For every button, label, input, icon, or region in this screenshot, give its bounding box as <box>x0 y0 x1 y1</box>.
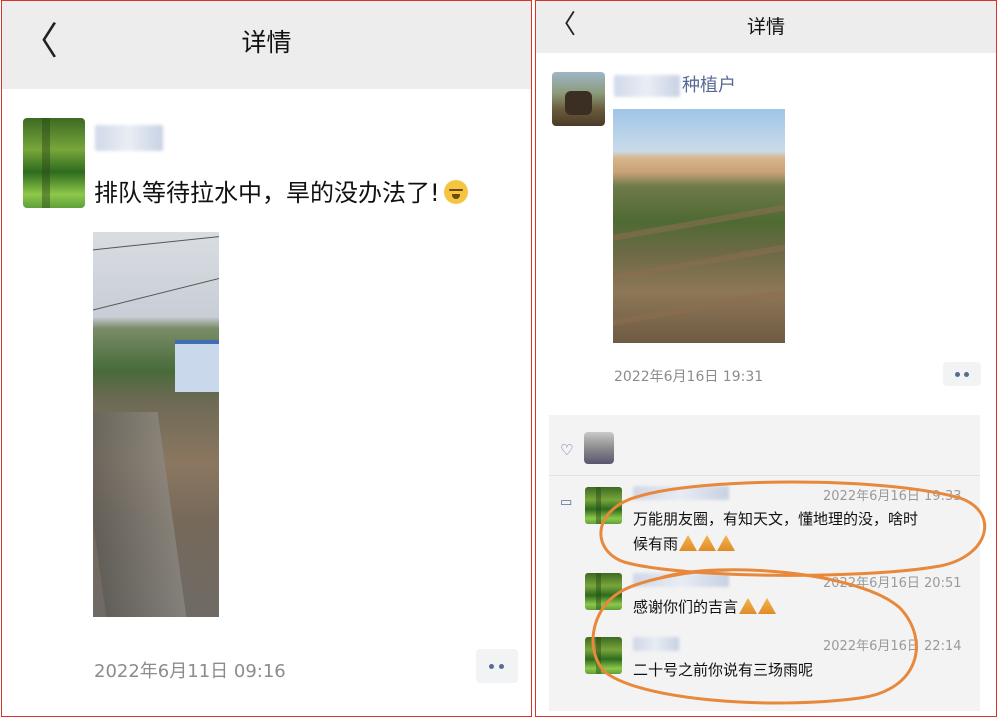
header-bar: 〈 详情 <box>2 1 531 89</box>
author-name-blurred <box>614 75 680 97</box>
comment-author-blurred[interactable] <box>633 573 729 587</box>
post-timestamp: 2022年6月11日 09:16 <box>94 661 286 682</box>
comment-time: 2022年6月16日 19:33 <box>823 489 962 504</box>
comment-text: 万能朋友圈，有知天文，懂地理的没，啥时 候有雨 <box>633 510 919 553</box>
post-photo[interactable] <box>93 232 219 617</box>
author-name-blurred[interactable] <box>95 125 163 151</box>
avatar[interactable] <box>552 72 605 126</box>
comment-time: 2022年6月16日 22:14 <box>823 639 962 654</box>
page-title: 详情 <box>746 16 785 38</box>
comment-avatar[interactable] <box>585 573 622 610</box>
more-button[interactable] <box>943 362 981 386</box>
post-text: 排队等待拉水中，旱的没办法了! <box>94 179 440 207</box>
right-screenshot: 〈 详情 种植户 2022年6月16日 19:31 ♡ ▭ 2022年6月16日… <box>535 0 997 717</box>
comment-area: ♡ ▭ 2022年6月16日 19:33 万能朋友圈，有知天文，懂地理的没，啥时… <box>549 415 980 711</box>
author-name[interactable]: 种植户 <box>682 73 736 99</box>
post-timestamp: 2022年6月16日 19:31 <box>614 369 764 385</box>
comment-avatar[interactable] <box>585 637 622 674</box>
more-dots-icon <box>489 664 494 669</box>
page-title: 详情 <box>241 28 292 57</box>
comment-time: 2022年6月16日 20:51 <box>823 576 962 591</box>
comment-author-blurred[interactable] <box>633 486 729 500</box>
comment-avatar[interactable] <box>585 487 622 524</box>
face-emoji-icon <box>443 180 468 204</box>
divider <box>549 475 980 476</box>
liker-avatar[interactable] <box>584 432 614 464</box>
header-bar: 〈 详情 <box>536 1 996 53</box>
comment-icon: ▭ <box>560 495 573 510</box>
pray-hands-icon <box>679 535 698 551</box>
pray-hands-icon <box>739 598 758 614</box>
comment-text: 二十号之前你说有三场雨呢 <box>633 661 814 679</box>
more-button[interactable] <box>476 649 518 683</box>
pray-hands-icon <box>717 535 736 551</box>
left-screenshot: 〈 详情 排队等待拉水中，旱的没办法了! 2022年6月11日 09:16 <box>1 0 532 717</box>
heart-icon: ♡ <box>560 441 574 459</box>
pray-hands-icon <box>698 535 717 551</box>
comment-text: 感谢你们的吉言 <box>633 595 777 620</box>
more-dots-icon <box>955 372 960 377</box>
post-text-block: 排队等待拉水中，旱的没办法了! <box>94 173 468 213</box>
avatar[interactable] <box>23 118 85 208</box>
post-photo[interactable] <box>613 109 785 343</box>
pray-hands-icon <box>758 598 777 614</box>
comment-author-blurred[interactable] <box>633 637 679 651</box>
